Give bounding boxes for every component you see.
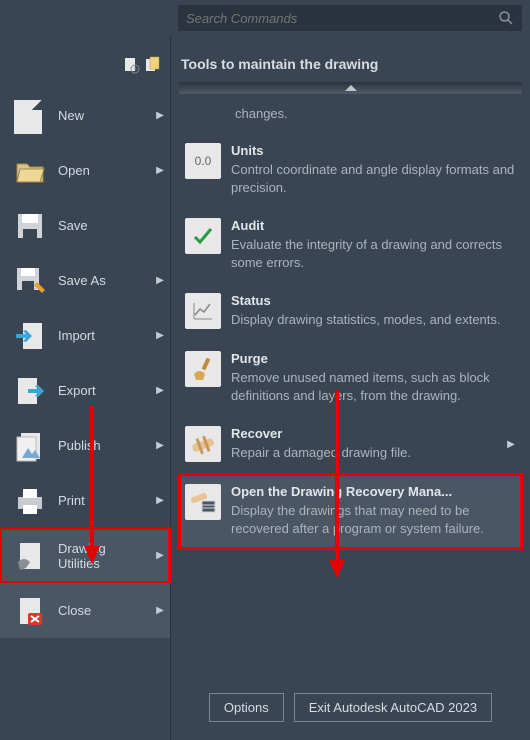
tool-title: Units <box>231 143 516 158</box>
chevron-right-icon: ▶ <box>156 550 164 561</box>
recovery-manager-icon <box>185 484 221 520</box>
menu-label: Publish <box>58 438 144 453</box>
menu-open[interactable]: Open ▶ <box>0 143 170 198</box>
tool-title: Purge <box>231 351 516 366</box>
tool-desc: Remove unused named items, such as block… <box>231 369 516 404</box>
tool-desc: Control coordinate and angle display for… <box>231 161 516 196</box>
menu-drawing-utilities[interactable]: Drawing Utilities ▶ <box>0 528 170 583</box>
menu-label: New <box>58 108 144 123</box>
import-icon <box>14 320 46 352</box>
menu-label: Print <box>58 493 144 508</box>
app-menu-sidebar: New ▶ Open ▶ Save Save As ▶ <box>0 36 170 740</box>
menu-print[interactable]: Print ▶ <box>0 473 170 528</box>
search-icon <box>498 10 514 26</box>
menu-label: Open <box>58 163 144 178</box>
tool-desc: Display drawing statistics, modes, and e… <box>231 311 516 329</box>
tool-status[interactable]: Status Display drawing statistics, modes… <box>179 283 522 341</box>
publish-icon <box>14 430 46 462</box>
menu-label: Drawing Utilities <box>58 541 144 571</box>
chevron-right-icon: ▶ <box>156 495 164 506</box>
status-icon <box>185 293 221 329</box>
chevron-right-icon: ▶ <box>506 439 516 450</box>
menu-new[interactable]: New ▶ <box>0 88 170 143</box>
menu-close[interactable]: Close ▶ <box>0 583 170 638</box>
save-as-icon <box>14 265 46 297</box>
tool-desc: Repair a damaged drawing file. <box>231 444 496 462</box>
chevron-right-icon: ▶ <box>156 605 164 616</box>
tool-recover[interactable]: Recover Repair a damaged drawing file. ▶ <box>179 416 522 474</box>
chevron-right-icon: ▶ <box>156 165 164 176</box>
print-icon <box>14 485 46 517</box>
open-icon <box>14 155 46 187</box>
menu-save[interactable]: Save <box>0 198 170 253</box>
export-icon <box>14 375 46 407</box>
tool-desc: Display the drawings that may need to be… <box>231 502 516 537</box>
search-input[interactable] <box>186 11 498 26</box>
purge-icon <box>185 351 221 387</box>
top-bar <box>0 0 530 36</box>
recover-icon <box>185 426 221 462</box>
audit-icon <box>185 218 221 254</box>
menu-label: Save As <box>58 273 144 288</box>
app-menu-list: New ▶ Open ▶ Save Save As ▶ <box>0 88 170 638</box>
pane-title: Tools to maintain the drawing <box>171 36 530 82</box>
menu-save-as[interactable]: Save As ▶ <box>0 253 170 308</box>
menu-footer: Options Exit Autodesk AutoCAD 2023 <box>171 679 530 740</box>
chevron-right-icon: ▶ <box>156 385 164 396</box>
options-button[interactable]: Options <box>209 693 284 722</box>
tool-purge[interactable]: Purge Remove unused named items, such as… <box>179 341 522 416</box>
truncated-prev-desc: changes. <box>179 104 522 133</box>
search-commands-field[interactable] <box>178 5 522 31</box>
chevron-right-icon: ▶ <box>156 440 164 451</box>
tool-title: Open the Drawing Recovery Mana... <box>231 484 516 499</box>
menu-label: Import <box>58 328 144 343</box>
menu-publish[interactable]: Publish ▶ <box>0 418 170 473</box>
tool-title: Status <box>231 293 516 308</box>
submenu-pane: Tools to maintain the drawing changes. 0… <box>170 36 530 740</box>
tool-audit[interactable]: Audit Evaluate the integrity of a drawin… <box>179 208 522 283</box>
close-icon <box>14 595 46 627</box>
drawing-utilities-icon <box>14 540 46 572</box>
menu-label: Save <box>58 218 164 233</box>
chevron-right-icon: ▶ <box>156 330 164 341</box>
tool-units[interactable]: 0.0 Units Control coordinate and angle d… <box>179 133 522 208</box>
open-docs-icon[interactable] <box>144 56 162 74</box>
menu-label: Close <box>58 603 144 618</box>
chevron-right-icon: ▶ <box>156 275 164 286</box>
tool-desc: Evaluate the integrity of a drawing and … <box>231 236 516 271</box>
chevron-right-icon: ▶ <box>156 110 164 121</box>
menu-import[interactable]: Import ▶ <box>0 308 170 363</box>
recent-icon[interactable] <box>122 56 140 74</box>
menu-label: Export <box>58 383 144 398</box>
tool-open-drawing-recovery-manager[interactable]: Open the Drawing Recovery Mana... Displa… <box>179 474 522 549</box>
exit-button[interactable]: Exit Autodesk AutoCAD 2023 <box>294 693 492 722</box>
tools-list: changes. 0.0 Units Control coordinate an… <box>171 94 530 679</box>
new-icon <box>14 100 46 132</box>
units-icon: 0.0 <box>185 143 221 179</box>
tool-title: Audit <box>231 218 516 233</box>
scroll-up-indicator[interactable] <box>179 82 522 94</box>
recent-documents-icons <box>0 48 170 82</box>
menu-export[interactable]: Export ▶ <box>0 363 170 418</box>
save-icon <box>14 210 46 242</box>
tool-title: Recover <box>231 426 496 441</box>
